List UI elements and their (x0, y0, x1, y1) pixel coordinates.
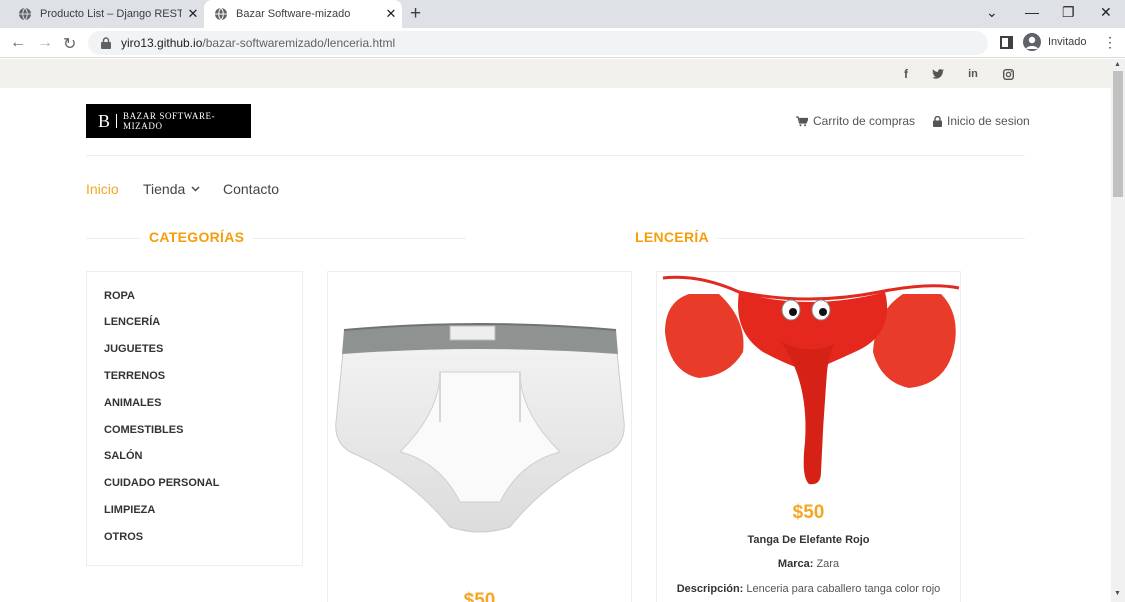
globe-icon (215, 7, 227, 21)
scroll-down-icon[interactable]: ▼ (1114, 590, 1121, 597)
instagram-icon[interactable] (1001, 67, 1015, 81)
forward-arrow-icon[interactable]: → (37, 34, 53, 52)
header-divider (86, 155, 1025, 156)
lock-icon (933, 115, 942, 127)
category-item[interactable]: OTROS (104, 531, 143, 543)
globe-icon (19, 7, 31, 21)
nav-item-contacto[interactable]: Contacto (223, 181, 279, 197)
window-close-icon[interactable]: ✕ (1100, 4, 1112, 21)
lock-icon (101, 37, 111, 49)
category-item[interactable]: ROPA (104, 290, 135, 302)
description-label: Descripción: (676, 583, 744, 595)
side-panel-icon[interactable] (1000, 36, 1013, 49)
categories-title: CATEGORÍAS (141, 229, 253, 245)
browser-tab-bar: Producto List – Django REST fram ✕ Bazar… (0, 0, 1125, 28)
logo-divider (116, 114, 117, 128)
logo-mark: B (98, 110, 111, 131)
minimize-icon[interactable]: — (1025, 4, 1039, 20)
scrollbar-thumb[interactable] (1113, 71, 1123, 197)
profile-button[interactable]: Invitado (1023, 33, 1087, 51)
new-tab-button[interactable]: + (410, 3, 421, 25)
tab-search-chevron-icon[interactable]: ⌄ (986, 4, 998, 21)
close-tab-icon[interactable]: ✕ (182, 6, 204, 22)
login-label: Inicio de sesion (947, 114, 1030, 128)
product-brand: Marca: Zara (657, 558, 960, 570)
scroll-up-icon[interactable]: ▲ (1114, 61, 1121, 68)
product-description: Descripción: Lenceria para caballero tan… (657, 583, 960, 595)
description-value: Lenceria para caballero tanga color rojo (746, 583, 941, 595)
nav-item-inicio[interactable]: Inicio (86, 181, 119, 197)
product-price: $50 (463, 590, 496, 602)
white-briefs-image[interactable] (330, 312, 630, 537)
brand-label: Marca: (777, 558, 814, 570)
close-tab-icon[interactable]: ✕ (380, 6, 402, 22)
page-scrollbar[interactable]: ▲ ▼ (1111, 59, 1125, 602)
nav-item-label: Tienda (143, 181, 186, 197)
profile-label: Invitado (1048, 36, 1087, 48)
twitter-icon[interactable] (931, 67, 945, 81)
chevron-down-icon (191, 186, 200, 192)
browser-toolbar: ← → ↻ yiro13.github.io/bazar-softwaremiz… (0, 28, 1125, 58)
category-item[interactable]: JUGUETES (104, 343, 163, 355)
category-item[interactable]: TERRENOS (104, 370, 165, 382)
cart-label: Carrito de compras (813, 114, 916, 128)
products-title: LENCERÍA (627, 229, 717, 245)
reload-icon[interactable]: ↻ (63, 34, 76, 54)
categories-list: ROPA LENCERÍA JUGUETES TERRENOS ANIMALES… (86, 271, 303, 566)
brand-value: Zara (816, 558, 840, 570)
browser-tab-bazar[interactable]: Bazar Software-mizado ✕ (204, 0, 402, 28)
restore-icon[interactable]: ❐ (1062, 4, 1075, 21)
login-link[interactable]: Inicio de sesion (933, 114, 1030, 128)
category-item[interactable]: ANIMALES (104, 397, 161, 409)
site-logo[interactable]: B BAZAR SOFTWARE-MIZADO (86, 104, 251, 138)
top-social-bar: f in (0, 59, 1111, 88)
product-card[interactable]: $50 Tanga De Elefante Rojo Marca: Zara D… (656, 271, 961, 602)
address-bar[interactable]: yiro13.github.io/bazar-softwaremizado/le… (88, 31, 988, 55)
more-options-icon[interactable]: ⋮ (1103, 34, 1117, 51)
linkedin-icon[interactable]: in (966, 67, 980, 81)
category-item[interactable]: LIMPIEZA (104, 504, 155, 516)
tab-title: Producto List – Django REST fram (40, 8, 182, 20)
page-viewport: f in B BAZAR SOFTWARE-MIZADO Carrito de … (0, 59, 1111, 602)
tab-title: Bazar Software-mizado (236, 8, 351, 20)
category-item[interactable]: COMESTIBLES (104, 424, 183, 436)
url-text: yiro13.github.io/bazar-softwaremizado/le… (121, 36, 395, 50)
category-item[interactable]: CUIDADO PERSONAL (104, 477, 220, 489)
product-name[interactable]: Tanga De Elefante Rojo (657, 534, 960, 546)
nav-item-tienda[interactable]: Tienda (143, 181, 200, 197)
browser-tab-producto-list[interactable]: Producto List – Django REST fram ✕ (8, 0, 204, 28)
category-item[interactable]: LENCERÍA (104, 316, 160, 328)
url-path: /bazar-softwaremizado/lenceria.html (202, 36, 396, 50)
product-price: $50 (792, 502, 825, 523)
product-card[interactable]: $50 (327, 271, 632, 602)
cart-icon (796, 115, 808, 126)
facebook-icon[interactable]: f (899, 67, 913, 81)
cart-link[interactable]: Carrito de compras (796, 114, 915, 128)
avatar-icon (1023, 33, 1041, 51)
logo-name: BAZAR SOFTWARE-MIZADO (122, 111, 216, 131)
category-item[interactable]: SALÓN (104, 450, 143, 462)
back-arrow-icon[interactable]: ← (10, 34, 26, 52)
red-elephant-thong-image[interactable] (659, 272, 961, 492)
url-host: yiro13.github.io (121, 36, 203, 50)
